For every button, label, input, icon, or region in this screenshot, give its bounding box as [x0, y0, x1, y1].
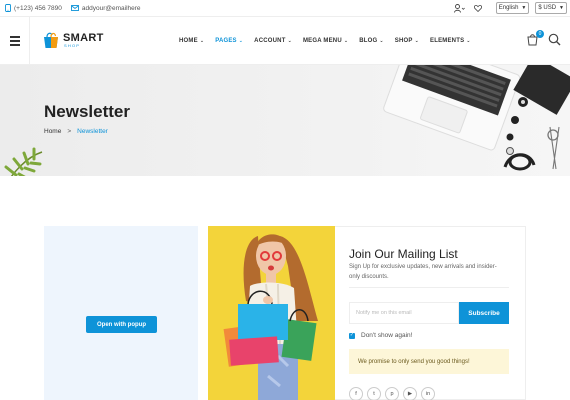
nav-label: PAGES	[215, 38, 237, 44]
cart-count-badge: 0	[536, 30, 544, 38]
currency-select[interactable]: $ USD ▼	[535, 2, 567, 14]
currency-value: $ USD	[538, 5, 557, 11]
account-link[interactable]	[454, 2, 466, 14]
checkbox-checked-icon[interactable]: ✓	[349, 332, 355, 339]
nav-item-elements[interactable]: ELEMENTS ⌄	[430, 38, 471, 44]
page-title: Newsletter	[44, 102, 130, 121]
email-address: addyour@emailhere	[81, 4, 141, 12]
promise-notice: We promise to only send you good things!	[349, 349, 509, 374]
dont-show-again-label: Don't show again!	[361, 332, 413, 339]
nav-label: ACCOUNT	[254, 38, 286, 44]
twitter-icon[interactable]: t	[367, 387, 381, 400]
wishlist-link[interactable]	[472, 2, 484, 14]
hamburger-menu-button[interactable]	[0, 17, 30, 65]
nav-label: BLOG	[359, 38, 378, 44]
chevron-down-icon: ⌄	[414, 38, 419, 44]
shopping-girl-image	[208, 226, 335, 400]
phone-icon	[5, 4, 11, 12]
logo-sub-text: SHOP	[64, 42, 81, 48]
menu-line	[9, 40, 20, 42]
nav-item-account[interactable]: ACCOUNT ⌄	[254, 38, 292, 44]
divider	[349, 287, 509, 288]
nav-item-blog[interactable]: BLOG ⌄	[359, 38, 384, 44]
newsletter-description: Sign Up for exclusive updates, new arriv…	[349, 264, 497, 280]
logo-main-text: SMART	[63, 31, 104, 44]
nav-item-pages[interactable]: PAGES ⌄	[215, 38, 243, 44]
nav-label: SHOP	[394, 38, 413, 44]
top-bar: (+123) 456 7890 addyour@emailhere Englis…	[0, 0, 570, 17]
breadcrumb: Home > Newsletter	[44, 128, 108, 135]
heart-icon	[473, 4, 482, 12]
menu-line	[9, 36, 20, 38]
email-input[interactable]: Notify me on this email	[349, 302, 459, 324]
shopping-bag-logo-icon	[44, 32, 58, 48]
chevron-right-icon: >	[67, 128, 72, 135]
nav-label: HOME	[179, 38, 198, 44]
linkedin-icon[interactable]: in	[421, 387, 435, 400]
breadcrumb-home-link[interactable]: Home	[44, 128, 61, 135]
subscribe-button[interactable]: Subscribe	[459, 302, 509, 324]
nav-label: ELEMENTS	[430, 38, 465, 44]
menu-line	[9, 44, 20, 46]
main-header: SMART SHOP HOME ⌄ PAGES ⌄ ACCOUNT ⌄ MEGA ME…	[0, 17, 570, 65]
nav-item-home[interactable]: HOME ⌄	[179, 38, 204, 44]
phone-number: (+123) 456 7890	[14, 4, 62, 12]
leaf-decoration-image	[4, 147, 43, 176]
nav-item-mega-menu[interactable]: MEGA MENU ⌄	[303, 38, 348, 44]
dont-show-again-checkbox[interactable]: ✓ Don't show again!	[349, 332, 412, 339]
main-nav: HOME ⌄ PAGES ⌄ ACCOUNT ⌄ MEGA MENU ⌄ BLOG ⌄ S…	[179, 17, 482, 65]
phone-contact[interactable]: (+123) 456 7890	[5, 4, 62, 12]
youtube-icon[interactable]: ▶	[403, 387, 417, 400]
user-icon	[454, 3, 466, 13]
search-button[interactable]	[548, 33, 562, 47]
desk-laptop-image	[383, 65, 570, 171]
social-links: f t p ▶ in	[349, 387, 435, 400]
chevron-down-icon: ⌄	[343, 38, 349, 44]
pinterest-icon[interactable]: p	[385, 387, 399, 400]
nav-label: MEGA MENU	[302, 38, 342, 44]
search-icon	[548, 33, 561, 46]
chevron-down-icon: ⌄	[199, 38, 205, 44]
top-bar-right: English ▼ $ USD ▼	[454, 2, 567, 14]
nav-item-shop[interactable]: SHOP ⌄	[395, 38, 419, 44]
page-banner: Newsletter Home > Newsletter	[0, 65, 570, 176]
chevron-down-icon: ⌄	[379, 38, 384, 44]
open-with-popup-button[interactable]: Open with popup	[86, 316, 157, 333]
shopping-girl-illustration	[223, 234, 318, 400]
newsletter-title: Join Our Mailing List	[349, 247, 458, 261]
popup-demo-panel	[44, 226, 198, 400]
site-logo[interactable]: SMART SHOP	[42, 31, 104, 49]
email-contact[interactable]: addyour@emailhere	[70, 4, 141, 12]
chevron-down-icon: ⌄	[466, 38, 471, 44]
facebook-icon[interactable]: f	[349, 387, 363, 400]
chevron-down-icon: ▼	[521, 5, 527, 11]
chevron-down-icon: ⌄	[238, 38, 244, 44]
mail-icon	[70, 5, 79, 11]
language-value: English	[498, 5, 519, 11]
breadcrumb-current: Newsletter	[77, 128, 108, 135]
language-select[interactable]: English ▼	[495, 2, 530, 14]
chevron-down-icon: ▼	[559, 5, 564, 11]
cart-button[interactable]: 0	[526, 30, 544, 47]
logo-text: SMART SHOP	[63, 31, 104, 48]
chevron-down-icon: ⌄	[287, 38, 292, 44]
